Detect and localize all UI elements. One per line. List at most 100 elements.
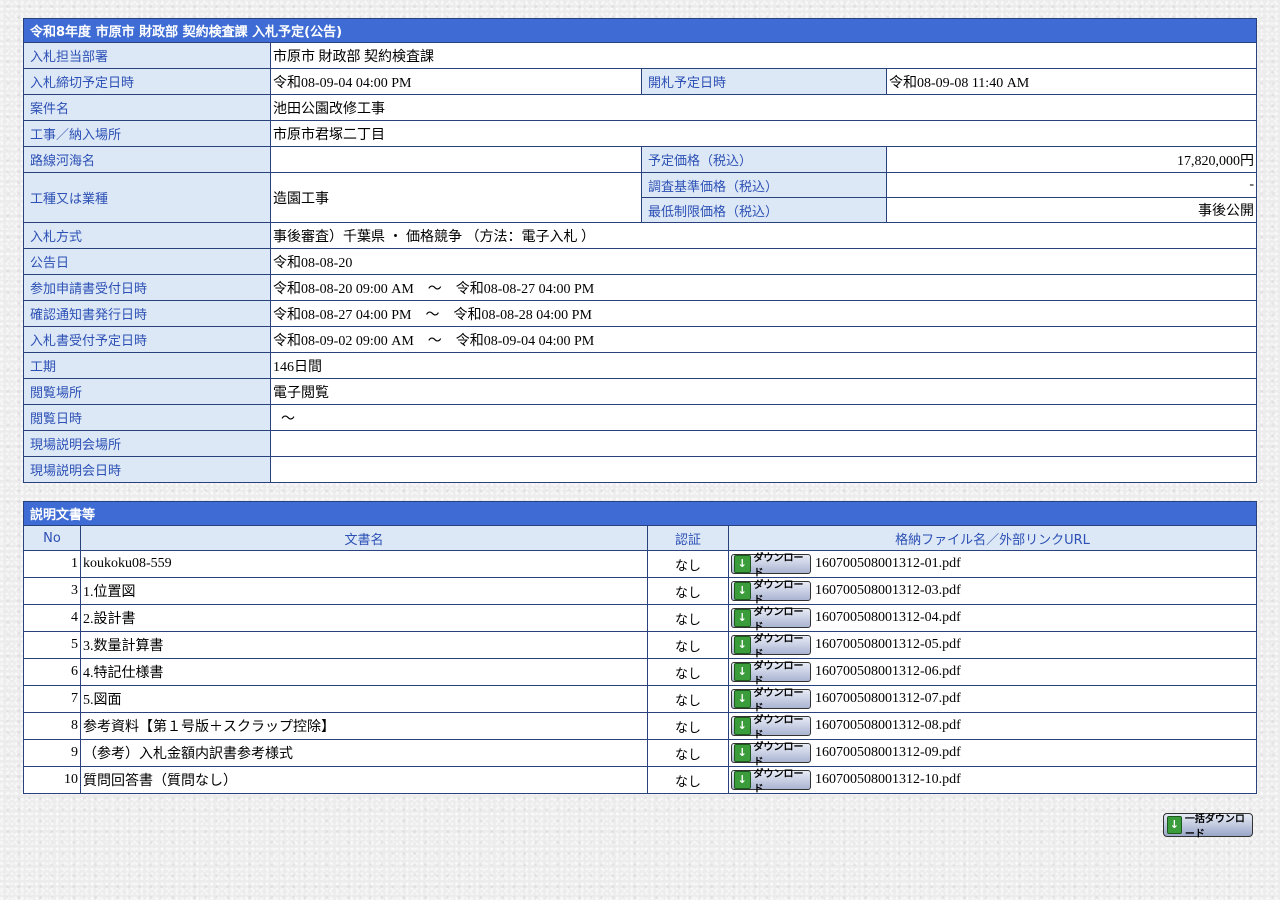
route-value <box>270 146 642 173</box>
download-icon: ↓ <box>734 555 751 573</box>
document-auth: なし <box>647 739 729 767</box>
download-button-label: ダウンロード <box>753 742 804 768</box>
document-no: 9 <box>23 739 81 767</box>
document-file-name: 160700508001312-03.pdf <box>815 583 961 599</box>
briefing-place-value <box>270 430 1257 457</box>
document-file-name: 160700508001312-05.pdf <box>815 637 961 653</box>
deadline-value: 令和08-09-04 04:00 PM <box>270 68 642 95</box>
document-file-cell: ↓ ダウンロード 160700508001312-07.pdf <box>728 685 1257 714</box>
document-file-cell: ↓ ダウンロード 160700508001312-09.pdf <box>728 739 1257 768</box>
download-icon: ↓ <box>734 663 751 681</box>
document-file-cell: ↓ ダウンロード 160700508001312-10.pdf <box>728 766 1257 795</box>
download-button-label: ダウンロード <box>753 580 804 606</box>
document-file-name: 160700508001312-04.pdf <box>815 610 961 626</box>
download-button[interactable]: ↓ ダウンロード <box>731 607 811 633</box>
document-auth: なし <box>647 631 729 659</box>
planned-price-value: 17,820,000円 <box>886 146 1257 173</box>
download-button-label: ダウンロード <box>753 607 804 633</box>
kind-value: 造園工事 <box>270 172 642 223</box>
documents-table: 説明文書等 No 文書名 認証 格納ファイル名／外部リンクURL 1 koukok… <box>23 501 1257 795</box>
document-no: 10 <box>23 766 81 794</box>
document-row: 1 koukoku08-559 なし ↓ ダウンロード 160700508001312-0… <box>23 550 1257 579</box>
view-place-value: 電子閲覧 <box>270 378 1257 405</box>
view-place-label: 閲覧場所 <box>23 378 271 405</box>
bid-info-title: 令和8年度 市原市 財政部 契約検査課 入札予定(公告) <box>23 18 1257 43</box>
col-auth-header: 認証 <box>647 525 729 551</box>
document-auth: なし <box>647 685 729 713</box>
document-row: 7 5.図面 なし ↓ ダウンロード 160700508001312-07.pdf <box>23 685 1257 714</box>
period-label: 工期 <box>23 352 271 379</box>
download-button[interactable]: ↓ ダウンロード <box>731 580 811 606</box>
bulk-download-button[interactable]: ↓ 一括ダウンロード <box>1163 813 1253 840</box>
document-name: 5.図面 <box>80 685 648 713</box>
download-button[interactable]: ↓ ダウンロード <box>731 742 811 768</box>
document-name: 4.特記仕様書 <box>80 658 648 686</box>
method-value: 事後審査）千葉県 ・ 価格競争 （方法：電子入札 ） <box>270 222 1257 249</box>
document-row: 6 4.特記仕様書 なし ↓ ダウンロード 160700508001312-06.pdf <box>23 658 1257 687</box>
survey-price-label: 調査基準価格（税込） <box>641 172 887 198</box>
view-date-value: ～ <box>270 404 1257 431</box>
apply-label: 参加申請書受付日時 <box>23 274 271 301</box>
confirm-label: 確認通知書発行日時 <box>23 300 271 327</box>
document-file-name: 160700508001312-08.pdf <box>815 718 961 734</box>
download-icon: ↓ <box>734 717 751 735</box>
document-name: 質問回答書（質問なし） <box>80 766 648 794</box>
deadline-label: 入札締切予定日時 <box>23 68 271 95</box>
briefing-place-label: 現場説明会場所 <box>23 430 271 457</box>
bid-accept-label: 入札書受付予定日時 <box>23 326 271 353</box>
kind-label: 工種又は業種 <box>23 172 271 223</box>
method-label: 入札方式 <box>23 222 271 249</box>
download-button-label: ダウンロード <box>753 769 804 795</box>
survey-price-value: - <box>886 172 1257 198</box>
document-auth: なし <box>647 766 729 794</box>
download-button[interactable]: ↓ ダウンロード <box>731 634 811 660</box>
document-row: 9 （参考）入札金額内訳書参考様式 なし ↓ ダウンロード 160700508001312… <box>23 739 1257 768</box>
download-icon: ↓ <box>1167 816 1182 834</box>
download-button[interactable]: ↓ ダウンロード <box>731 553 811 579</box>
document-no: 8 <box>23 712 81 740</box>
download-button[interactable]: ↓ ダウンロード <box>731 661 811 687</box>
documents-title: 説明文書等 <box>23 501 1257 526</box>
briefing-date-value <box>270 456 1257 483</box>
route-label: 路線河海名 <box>23 146 271 173</box>
min-price-value: 事後公開 <box>886 197 1257 223</box>
col-name-header: 文書名 <box>80 525 648 551</box>
place-label: 工事／納入場所 <box>23 120 271 147</box>
document-row: 5 3.数量計算書 なし ↓ ダウンロード 160700508001312-05.pdf <box>23 631 1257 660</box>
document-no: 6 <box>23 658 81 686</box>
document-no: 4 <box>23 604 81 632</box>
document-name: 参考資料【第１号版＋スクラップ控除】 <box>80 712 648 740</box>
col-no-header: No <box>23 525 81 551</box>
download-button[interactable]: ↓ ダウンロード <box>731 688 811 714</box>
document-no: 7 <box>23 685 81 713</box>
document-auth: なし <box>647 577 729 605</box>
document-auth: なし <box>647 604 729 632</box>
document-file-name: 160700508001312-06.pdf <box>815 664 961 680</box>
briefing-date-label: 現場説明会日時 <box>23 456 271 483</box>
document-row: 10 質問回答書（質問なし） なし ↓ ダウンロード 160700508001312-10… <box>23 766 1257 795</box>
download-icon: ↓ <box>734 609 751 627</box>
download-button[interactable]: ↓ ダウンロード <box>731 769 811 795</box>
download-icon: ↓ <box>734 771 751 789</box>
department-label: 入札担当部署 <box>23 42 271 69</box>
document-name: 3.数量計算書 <box>80 631 648 659</box>
download-icon: ↓ <box>734 636 751 654</box>
document-file-cell: ↓ ダウンロード 160700508001312-04.pdf <box>728 604 1257 633</box>
document-no: 5 <box>23 631 81 659</box>
period-value: 146日間 <box>270 352 1257 379</box>
document-row: 3 1.位置図 なし ↓ ダウンロード 160700508001312-03.pdf <box>23 577 1257 606</box>
view-date-label: 閲覧日時 <box>23 404 271 431</box>
bid-accept-value: 令和08-09-02 09:00 AM ～ 令和08-09-04 04:00 P… <box>270 326 1257 353</box>
document-file-name: 160700508001312-10.pdf <box>815 772 961 788</box>
download-button[interactable]: ↓ ダウンロード <box>731 715 811 741</box>
document-name: 1.位置図 <box>80 577 648 605</box>
planned-price-label: 予定価格（税込） <box>641 146 887 173</box>
document-no: 3 <box>23 577 81 605</box>
document-name: 2.設計書 <box>80 604 648 632</box>
document-auth: なし <box>647 550 729 578</box>
opening-label: 開札予定日時 <box>641 68 887 95</box>
document-name: koukoku08-559 <box>80 550 648 578</box>
document-row: 8 参考資料【第１号版＋スクラップ控除】 なし ↓ ダウンロード 160700508001… <box>23 712 1257 741</box>
document-no: 1 <box>23 550 81 578</box>
document-file-name: 160700508001312-07.pdf <box>815 691 961 707</box>
